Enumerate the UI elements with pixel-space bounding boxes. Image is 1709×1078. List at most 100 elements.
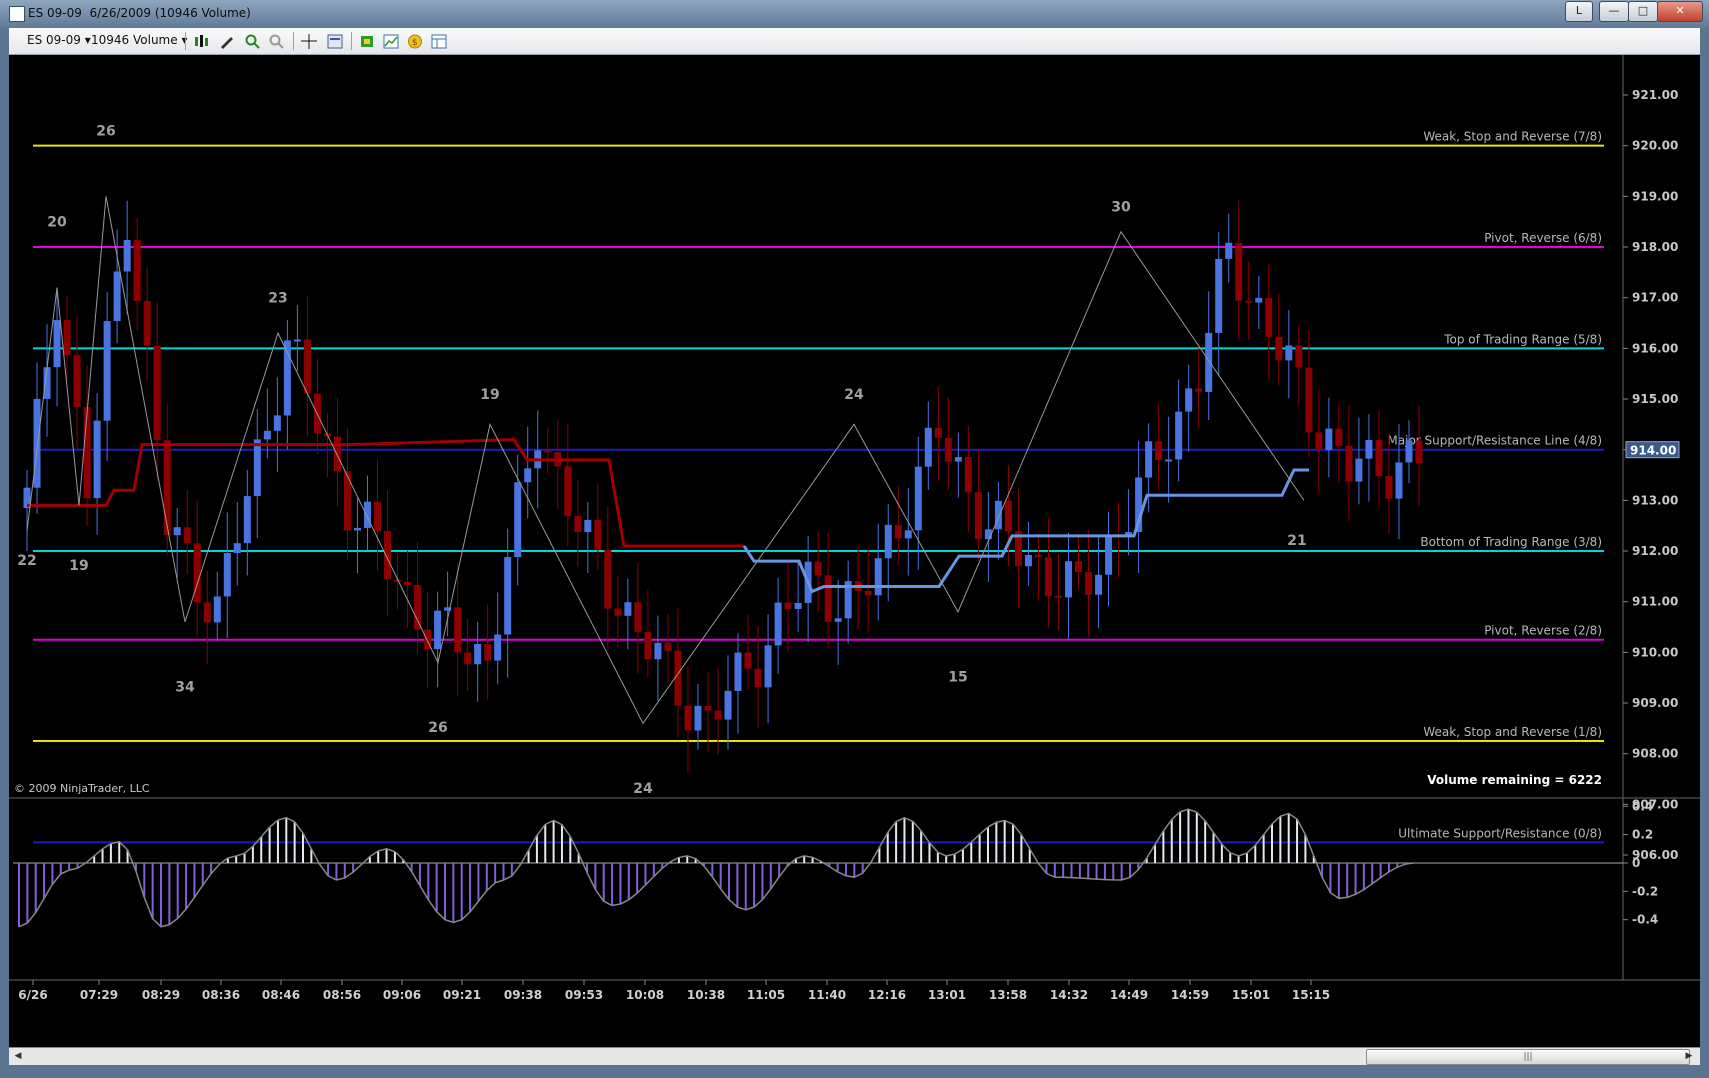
- candle-body: [974, 492, 982, 540]
- price-chart[interactable]: 921.00 920.00 919.00 918.00 917.00 916.00 915.…: [9, 55, 1700, 1047]
- murrey-line-label: Weak, Stop and Reverse (7/8): [1423, 130, 1602, 144]
- candle-body: [143, 300, 151, 346]
- candle-body: [1385, 475, 1393, 499]
- candle-body: [203, 602, 211, 623]
- candle-body: [414, 584, 422, 630]
- interval-label: 10946 Volume: [91, 33, 178, 47]
- candle-body: [193, 543, 201, 603]
- x-tick-label: 15:15: [1292, 988, 1330, 1002]
- chart-scrollbar[interactable]: ◀ ||| ▶: [9, 1047, 1700, 1065]
- candle-body: [223, 553, 231, 597]
- volume-remaining-text: Volume remaining = 6222: [1427, 773, 1602, 787]
- candle-body: [624, 602, 632, 616]
- interval-dropdown[interactable]: 10946 Volume ▾: [91, 33, 187, 47]
- candle-body: [123, 239, 131, 272]
- candle-body: [1175, 411, 1183, 460]
- candle-body: [594, 519, 602, 550]
- murrey-line-label: Pivot, Reverse (6/8): [1484, 231, 1602, 245]
- candle-body: [814, 561, 822, 576]
- candle-body: [1205, 332, 1213, 392]
- candle-body: [564, 466, 572, 517]
- link-button[interactable]: L: [1565, 1, 1593, 22]
- x-tick-label: 07:29: [80, 988, 118, 1002]
- candle-body: [273, 415, 281, 431]
- x-tick-label: 09:06: [383, 988, 421, 1002]
- swing-label: 23: [268, 291, 287, 307]
- close-button[interactable]: ✕: [1657, 1, 1703, 22]
- y-tick-label: 908.00: [1632, 747, 1678, 761]
- murrey-line-label: Weak, Stop and Reverse (1/8): [1423, 725, 1602, 739]
- candle-body: [33, 398, 41, 488]
- window-title: ES 09-09 6/26/2009 (10946 Volume): [28, 6, 251, 20]
- scroll-thumb[interactable]: |||: [1366, 1049, 1690, 1065]
- candle-body: [1305, 367, 1313, 433]
- swing-label: 21: [1287, 533, 1306, 549]
- chart-toolbar: ES 09-09 ▾ 10946 Volume ▾ $: [9, 28, 1700, 55]
- y-tick-label: 918.00: [1632, 240, 1678, 254]
- candle-body: [1345, 445, 1353, 482]
- y-tick-label: 920.00: [1632, 139, 1678, 153]
- candle-body: [1024, 554, 1032, 567]
- candle-body: [303, 339, 311, 394]
- x-tick-label: 11:05: [747, 988, 785, 1002]
- y-tick-label: 915.00: [1632, 392, 1678, 406]
- draw-tool-icon[interactable]: [219, 34, 235, 49]
- minimize-button[interactable]: —: [1599, 1, 1629, 22]
- candle-body: [1365, 439, 1373, 459]
- candle-body: [83, 407, 91, 499]
- candle-body: [1145, 441, 1153, 478]
- candle-body: [754, 668, 762, 688]
- swing-label: 24: [633, 781, 653, 797]
- candle-body: [894, 524, 902, 539]
- candle-body: [63, 320, 71, 356]
- instrument-dropdown[interactable]: ES 09-09 ▾: [27, 33, 91, 47]
- scroll-left-arrow-icon[interactable]: ◀: [11, 1049, 25, 1063]
- candle-body: [113, 271, 121, 322]
- candle-body: [614, 608, 622, 616]
- candle-body: [474, 643, 482, 665]
- candle-body: [93, 420, 101, 499]
- candle-body: [994, 500, 1002, 530]
- osc-tick-label: 0: [1632, 856, 1640, 870]
- candle-body: [574, 516, 582, 533]
- properties-icon[interactable]: [327, 34, 343, 49]
- x-tick-label: 10:38: [687, 988, 725, 1002]
- candle-body: [1165, 459, 1173, 462]
- strategy-icon[interactable]: [359, 34, 375, 49]
- indicator-icon[interactable]: [383, 34, 399, 49]
- x-tick-label: 14:49: [1110, 988, 1148, 1002]
- candle-body: [233, 543, 241, 554]
- candle-body: [604, 549, 612, 609]
- candle-body: [1335, 428, 1343, 446]
- candle-body: [864, 590, 872, 596]
- osc-tick-label: 0.4: [1632, 799, 1653, 813]
- data-box-icon[interactable]: [431, 34, 447, 49]
- candle-body: [934, 427, 942, 438]
- candle-body: [1095, 574, 1103, 595]
- candle-body: [914, 466, 922, 531]
- candle-body: [1004, 500, 1012, 532]
- x-tick-label: 09:53: [565, 988, 603, 1002]
- crosshair-icon[interactable]: [301, 34, 317, 49]
- toolbar-separator: [351, 32, 352, 50]
- candle-body: [153, 345, 161, 441]
- candle-body: [874, 558, 882, 596]
- candle-body: [1415, 440, 1423, 464]
- candle-body: [964, 457, 972, 493]
- x-tick-label: 12:16: [868, 988, 906, 1002]
- coin-icon[interactable]: $: [407, 34, 423, 49]
- candle-body: [263, 430, 271, 440]
- swing-label: 19: [69, 558, 88, 574]
- x-tick-label: 08:29: [142, 988, 180, 1002]
- scroll-right-arrow-icon[interactable]: ▶: [1682, 1049, 1696, 1063]
- maximize-button[interactable]: □: [1628, 1, 1658, 22]
- bar-style-icon[interactable]: [193, 34, 209, 49]
- zoom-in-icon[interactable]: [245, 34, 261, 49]
- chart-canvas[interactable]: 921.00 920.00 919.00 918.00 917.00 916.00 915.…: [9, 55, 1700, 1063]
- candle-body: [333, 436, 341, 472]
- zoom-out-icon[interactable]: [269, 34, 285, 49]
- candle-body: [834, 618, 842, 622]
- candle-body: [684, 705, 692, 731]
- candle-body: [1255, 297, 1263, 303]
- copyright-text: © 2009 NinjaTrader, LLC: [14, 782, 150, 795]
